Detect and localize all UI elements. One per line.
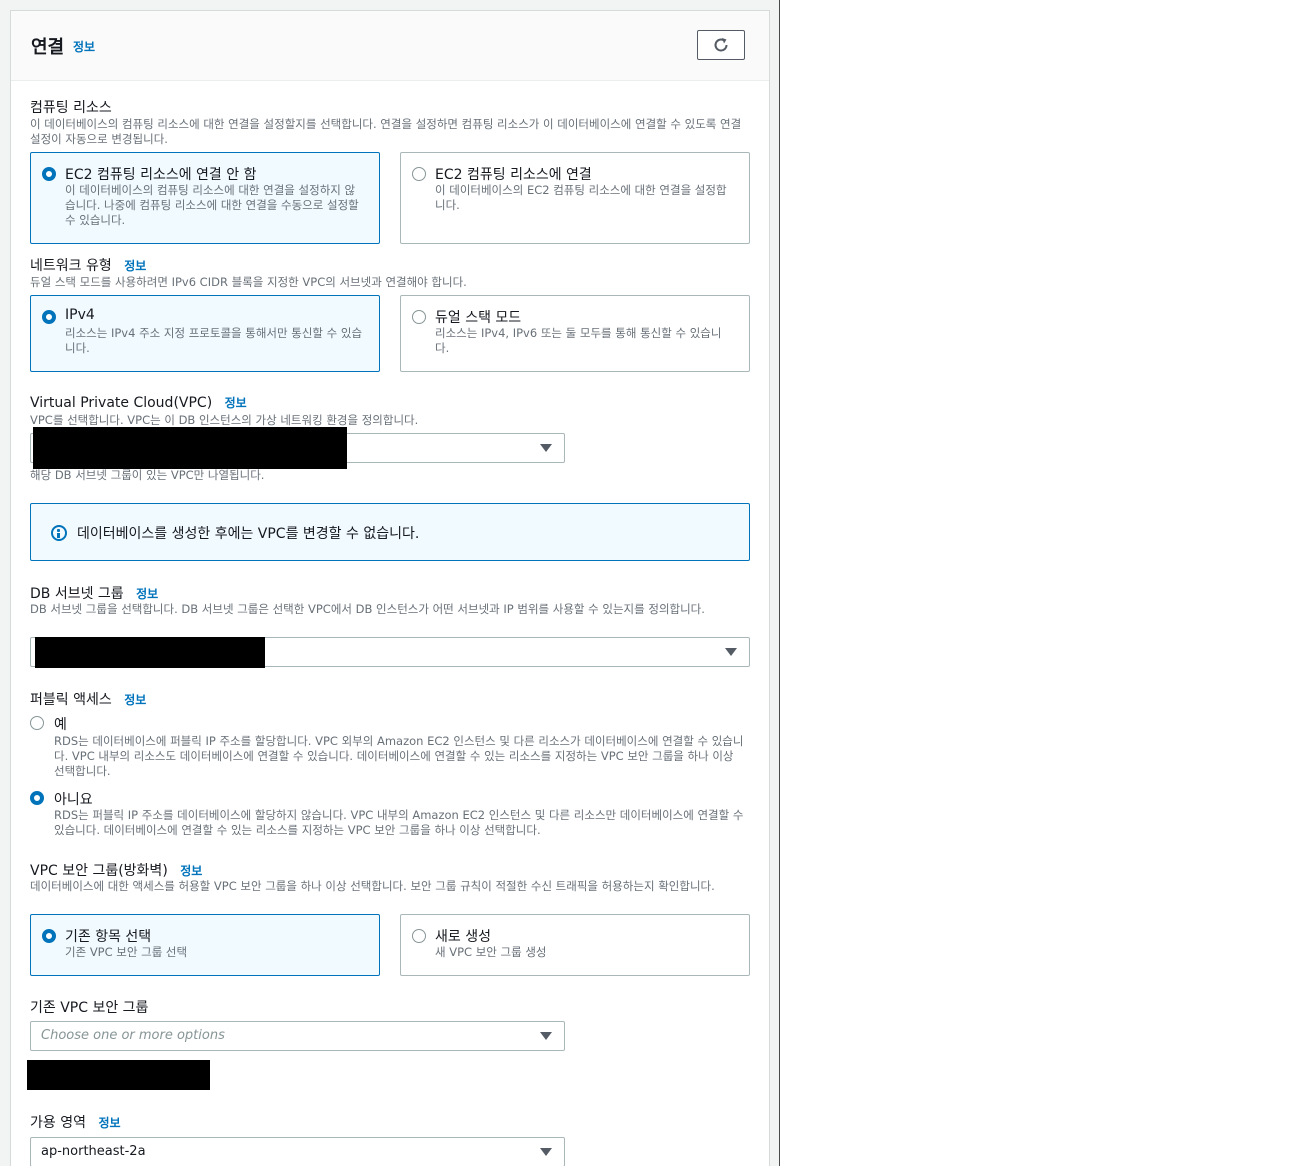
vpc-description: VPC를 선택합니다. VPC는 이 DB 인스턴스의 가상 네트워킹 환경을 … bbox=[30, 413, 419, 427]
vpc-label-text: Virtual Private Cloud(VPC) bbox=[30, 395, 213, 411]
network-option-dual[interactable]: 듀얼 스택 모드 리소스는 IPv4, IPv6 또는 둘 모두를 통해 통신할… bbox=[400, 295, 750, 372]
public-yes-radio[interactable] bbox=[30, 716, 44, 730]
network-option-label: IPv4 bbox=[65, 307, 95, 323]
radio-unselected[interactable] bbox=[412, 167, 426, 181]
info-icon bbox=[51, 525, 67, 541]
az-value: ap-northeast-2a bbox=[41, 1144, 146, 1159]
network-option-description: 리소스는 IPv4, IPv6 또는 둘 모두를 통해 통신할 수 있습니다. bbox=[435, 326, 722, 355]
compute-label: 컴퓨팅 리소스 bbox=[30, 100, 112, 116]
radio-unselected[interactable] bbox=[412, 310, 426, 324]
public-no-label[interactable]: 아니요 bbox=[54, 789, 93, 809]
security-option-label: 기존 항목 선택 bbox=[65, 929, 152, 945]
az-label: 가용 영역 정보 bbox=[30, 1112, 121, 1132]
compute-option-no-connect[interactable]: EC2 컴퓨팅 리소스에 연결 안 함 이 데이터베이스의 컴퓨팅 리소스에 대… bbox=[30, 152, 380, 244]
public-label-text: 퍼블릭 액세스 bbox=[30, 692, 112, 708]
existing-sg-label: 기존 VPC 보안 그룹 bbox=[30, 1000, 149, 1016]
radio-selected[interactable] bbox=[42, 167, 56, 181]
security-option-label: 새로 생성 bbox=[435, 929, 491, 945]
chevron-down-icon bbox=[540, 1032, 552, 1040]
security-option-existing[interactable]: 기존 항목 선택 기존 VPC 보안 그룹 선택 bbox=[30, 914, 380, 976]
public-no-radio[interactable] bbox=[30, 791, 44, 805]
subnet-description: DB 서브넷 그룹을 선택합니다. DB 서브넷 그룹은 선택한 VPC에서 D… bbox=[30, 602, 705, 616]
az-select[interactable]: ap-northeast-2a bbox=[30, 1137, 565, 1166]
refresh-icon bbox=[714, 38, 728, 52]
chevron-down-icon bbox=[540, 444, 552, 452]
az-info-link[interactable]: 정보 bbox=[98, 1116, 120, 1130]
network-label: 네트워크 유형 정보 bbox=[30, 255, 146, 275]
compute-option-description: 이 데이터베이스의 컴퓨팅 리소스에 대한 연결을 설정하지 않습니다. 나중에… bbox=[65, 183, 359, 227]
security-option-new[interactable]: 새로 생성 새 VPC 보안 그룹 생성 bbox=[400, 914, 750, 976]
security-option-description: 기존 VPC 보안 그룹 선택 bbox=[65, 945, 188, 959]
public-label: 퍼블릭 액세스 정보 bbox=[30, 689, 146, 709]
subnet-info-link[interactable]: 정보 bbox=[136, 587, 158, 601]
redacted-vpc-value bbox=[33, 427, 347, 469]
existing-sg-placeholder: Choose one or more options bbox=[41, 1028, 225, 1043]
network-info-link[interactable]: 정보 bbox=[124, 259, 146, 273]
chevron-down-icon bbox=[540, 1148, 552, 1156]
public-info-link[interactable]: 정보 bbox=[124, 693, 146, 707]
subnet-label: DB 서브넷 그룹 정보 bbox=[30, 583, 158, 603]
security-description: 데이터베이스에 대한 액세스를 허용할 VPC 보안 그룹을 하나 이상 선택합… bbox=[30, 879, 715, 893]
network-option-ipv4[interactable]: IPv4 리소스는 IPv4 주소 지정 프로토콜을 통해서만 통신할 수 있습… bbox=[30, 295, 380, 372]
security-info-link[interactable]: 정보 bbox=[180, 864, 202, 878]
network-label-text: 네트워크 유형 bbox=[30, 258, 112, 274]
chevron-down-icon bbox=[725, 648, 737, 656]
existing-sg-select[interactable]: Choose one or more options bbox=[30, 1021, 565, 1051]
vpc-info-link[interactable]: 정보 bbox=[225, 396, 247, 410]
vpc-label: Virtual Private Cloud(VPC) 정보 bbox=[30, 394, 247, 411]
vpc-info-alert: 데이터베이스를 생성한 후에는 VPC를 변경할 수 없습니다. bbox=[30, 503, 750, 561]
alert-message: 데이터베이스를 생성한 후에는 VPC를 변경할 수 없습니다. bbox=[77, 526, 420, 542]
compute-description: 이 데이터베이스의 컴퓨팅 리소스에 대한 연결을 설정할지를 선택합니다. 연… bbox=[30, 117, 742, 146]
compute-option-label: EC2 컴퓨팅 리소스에 연결 bbox=[435, 167, 592, 183]
refresh-button[interactable] bbox=[697, 30, 745, 60]
card-title: 연결 bbox=[31, 37, 65, 58]
compute-option-description: 이 데이터베이스의 EC2 컴퓨팅 리소스에 대한 연결을 설정합니다. bbox=[435, 183, 727, 212]
security-label: VPC 보안 그룹(방화벽) 정보 bbox=[30, 860, 202, 880]
card-header: 연결 정보 bbox=[11, 11, 769, 81]
compute-option-connect[interactable]: EC2 컴퓨팅 리소스에 연결 이 데이터베이스의 EC2 컴퓨팅 리소스에 대… bbox=[400, 152, 750, 244]
public-yes-label[interactable]: 예 bbox=[54, 714, 67, 734]
az-label-text: 가용 영역 bbox=[30, 1115, 86, 1131]
redacted-sg-token bbox=[27, 1060, 210, 1090]
redacted-subnet-value bbox=[35, 637, 265, 668]
security-option-description: 새 VPC 보안 그룹 생성 bbox=[435, 945, 547, 959]
radio-selected[interactable] bbox=[42, 310, 56, 324]
network-option-label: 듀얼 스택 모드 bbox=[435, 310, 522, 326]
network-option-description: 리소스는 IPv4 주소 지정 프로토콜을 통해서만 통신할 수 있습니다. bbox=[65, 326, 363, 355]
header-info-link[interactable]: 정보 bbox=[73, 38, 95, 55]
network-description: 듀얼 스택 모드를 사용하려면 IPv6 CIDR 블록을 지정한 VPC의 서… bbox=[30, 275, 467, 289]
compute-option-label: EC2 컴퓨팅 리소스에 연결 안 함 bbox=[65, 167, 257, 183]
radio-unselected[interactable] bbox=[412, 929, 426, 943]
vpc-hint: 해당 DB 서브넷 그룹이 있는 VPC만 나열됩니다. bbox=[30, 468, 265, 482]
public-no-description: RDS는 퍼블릭 IP 주소를 데이터베이스에 할당하지 않습니다. VPC 내… bbox=[54, 808, 744, 837]
radio-selected[interactable] bbox=[42, 929, 56, 943]
security-label-text: VPC 보안 그룹(방화벽) bbox=[30, 863, 168, 879]
public-yes-description: RDS는 데이터베이스에 퍼블릭 IP 주소를 할당합니다. VPC 외부의 A… bbox=[54, 734, 744, 778]
subnet-label-text: DB 서브넷 그룹 bbox=[30, 586, 124, 602]
